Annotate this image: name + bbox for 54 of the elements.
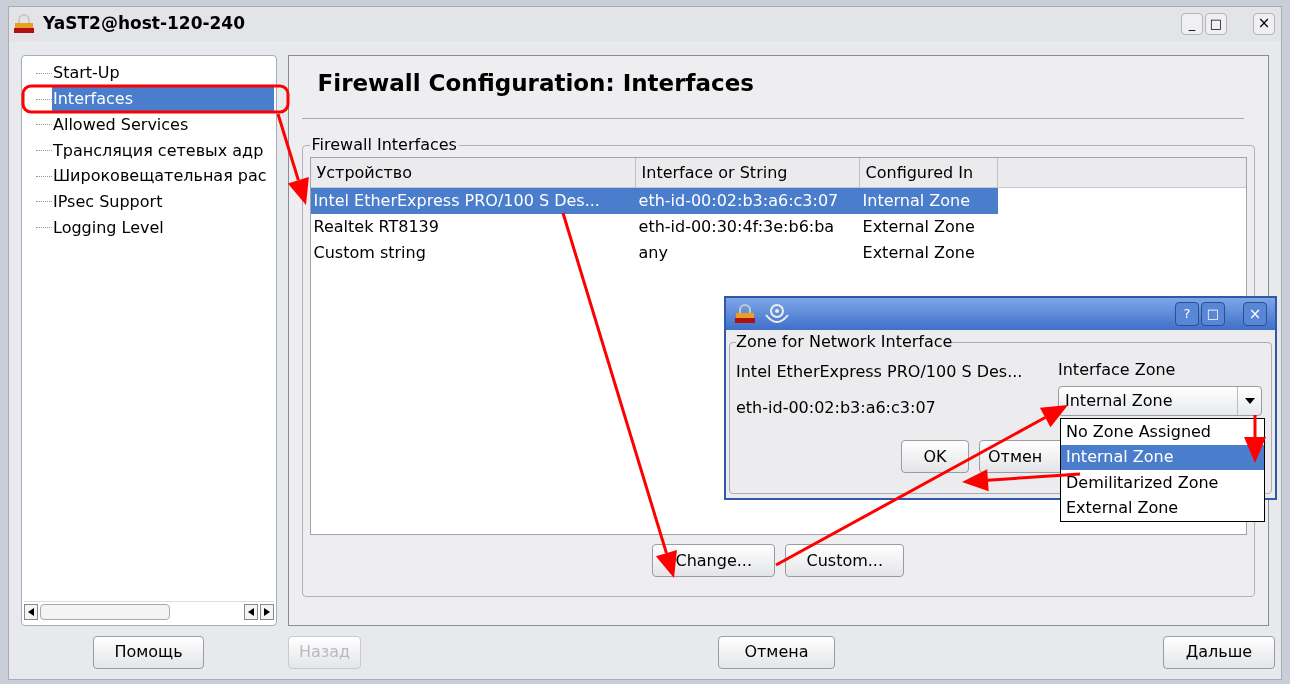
window-title: YaST2@host-120-240 (43, 12, 245, 36)
horizontal-scrollbar[interactable] (24, 600, 274, 623)
table-cell-text: Intel EtherExpress PRO/100 S Des... (312, 190, 601, 213)
page-title: Firewall Configuration: Interfaces (301, 65, 1244, 120)
close-button[interactable]: × (1253, 12, 1275, 35)
scroll-right-icon[interactable] (259, 604, 274, 621)
group-title: Zone for Network Interface (736, 331, 953, 353)
app-icon (13, 13, 35, 34)
footer-button[interactable]: Дальше (1163, 635, 1275, 669)
column-header[interactable]: Interface or String (635, 158, 860, 188)
dropdown-option[interactable]: Internal Zone (1061, 444, 1264, 470)
tree-item[interactable]: Трансляция сетевых адр (52, 138, 274, 163)
ok-button[interactable]: OK (901, 440, 969, 473)
dropdown-option[interactable]: External Zone (1061, 495, 1264, 521)
maximize-button[interactable]: □ (1201, 302, 1225, 326)
footer-button[interactable]: Помощь (93, 635, 204, 669)
table-row[interactable]: Intel EtherExpress PRO/100 S Des... eth-id-00:02:b3:a6:c3:07 Internal Zone (310, 188, 998, 215)
dropdown-value: Internal Zone (1064, 390, 1174, 412)
column-header[interactable]: Устройство (310, 158, 636, 188)
tree-item[interactable]: IPsec Support (52, 189, 274, 214)
table-cell-text: eth-id-00:30:4f:3e:b6:ba (637, 216, 836, 239)
tree-item[interactable]: Interfaces (52, 87, 274, 112)
table-cell-text: Internal Zone (861, 190, 971, 213)
device-name: Intel EtherExpress PRO/100 S Des... (736, 361, 1024, 383)
scroll-left-icon[interactable] (24, 604, 38, 621)
tree-item[interactable]: Logging Level (52, 215, 274, 240)
table-cell-text: Custom string (312, 242, 427, 265)
change-button[interactable]: Change... (652, 544, 776, 578)
table-cell-text: Realtek RT8139 (312, 216, 440, 239)
table-row[interactable]: Custom string any External Zone (310, 240, 998, 267)
scroll-left-icon[interactable] (243, 604, 258, 621)
tree-item[interactable]: Широковещательная рас (52, 164, 274, 189)
table-cell-text: External Zone (861, 216, 976, 239)
caret-icon (1244, 398, 1255, 404)
minimize-button[interactable]: _ (1181, 12, 1203, 35)
zone-dropdown[interactable]: Internal Zone (1058, 386, 1262, 416)
lock-icon (734, 304, 756, 324)
dropdown-option[interactable]: Demilitarized Zone (1061, 470, 1264, 496)
table-cell-text: any (637, 242, 669, 265)
maximize-button[interactable]: □ (1205, 12, 1227, 35)
field-label: Interface Zone (1058, 359, 1177, 381)
interface-id: eth-id-00:02:b3:a6:c3:07 (736, 397, 937, 419)
group-title: Firewall Interfaces (310, 134, 458, 157)
table-cell-text: eth-id-00:02:b3:a6:c3:07 (637, 190, 840, 213)
help-button[interactable]: ? (1175, 302, 1199, 326)
table-cell-text: External Zone (861, 242, 976, 265)
table-row[interactable]: Realtek RT8139 eth-id-00:30:4f:3e:b6:ba External Zone (310, 214, 998, 241)
footer-button[interactable]: Отмена (718, 635, 835, 669)
tree-item[interactable]: Allowed Services (52, 112, 274, 137)
custom-button[interactable]: Custom... (785, 544, 905, 578)
column-header[interactable]: Configured In (859, 158, 998, 188)
annotation-arrow (1244, 415, 1266, 463)
close-button[interactable]: × (1243, 302, 1267, 326)
tree-item[interactable]: Start-Up (52, 61, 274, 86)
